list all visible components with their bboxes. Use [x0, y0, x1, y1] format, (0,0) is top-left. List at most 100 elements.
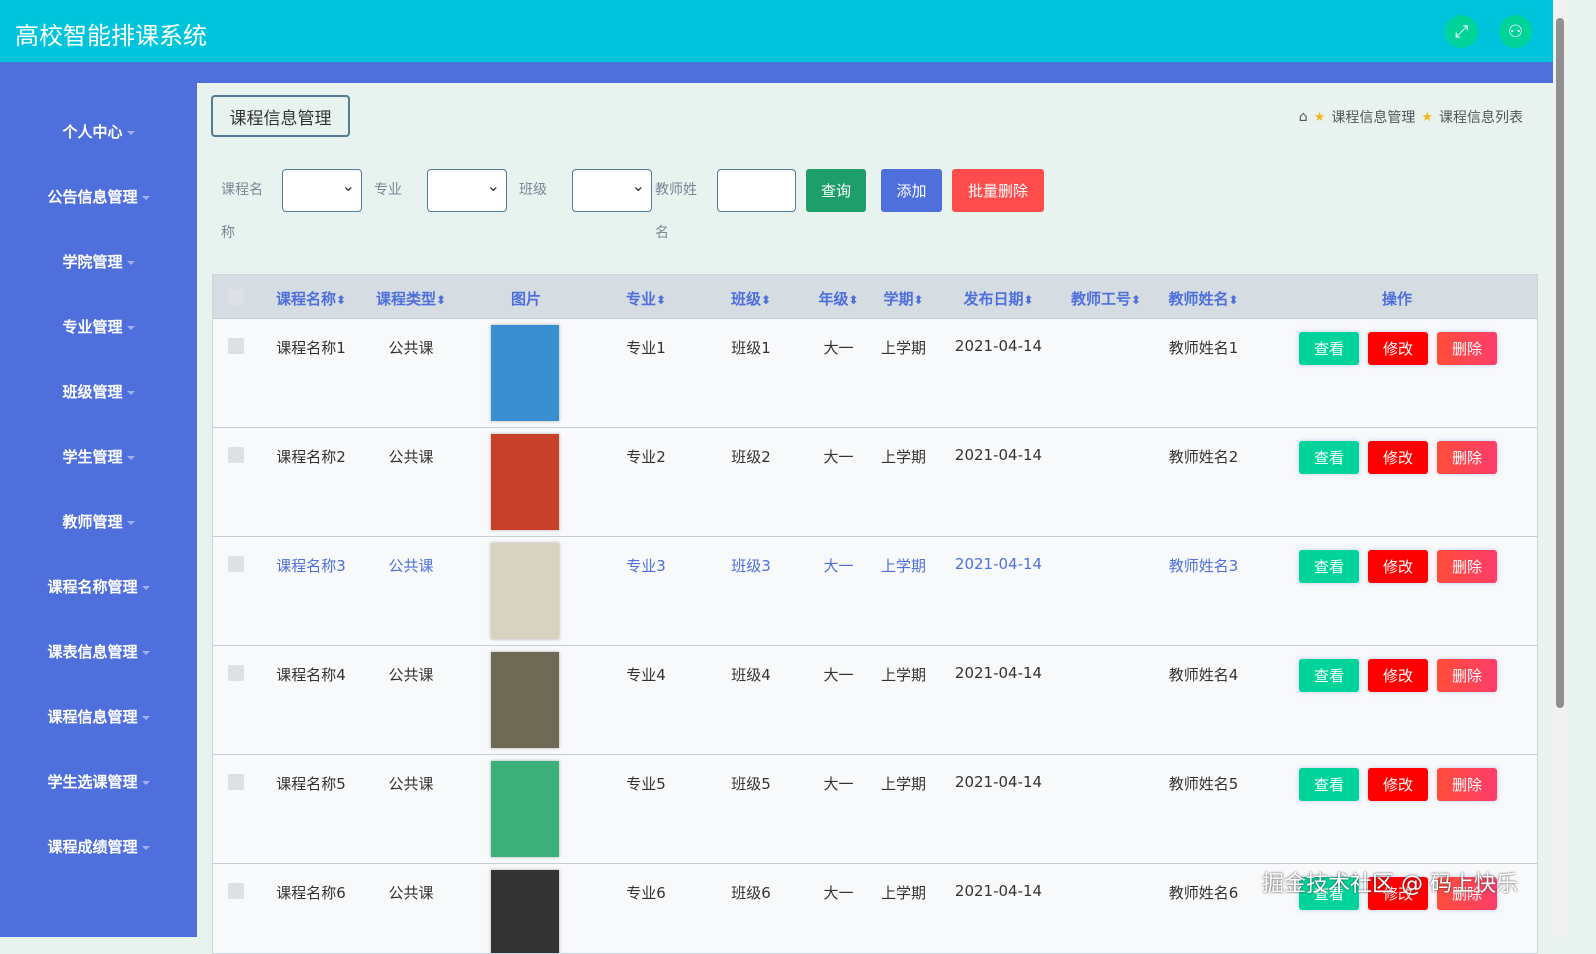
sidebar-item[interactable]: 学生选课管理 [0, 771, 197, 792]
sort-icon[interactable]: ⬍ [1023, 293, 1033, 307]
column-header-label: 图片 [510, 290, 541, 308]
sort-icon[interactable]: ⬍ [436, 293, 446, 307]
sidebar-item-label: 教师管理 [62, 513, 123, 531]
column-header[interactable]: 教师工号⬍ [1061, 288, 1151, 309]
sort-icon[interactable]: ⬍ [761, 293, 771, 307]
cell-major: 专业2 [626, 448, 666, 466]
sidebar-item[interactable]: 学院管理 [0, 251, 197, 272]
cell-type: 公共课 [388, 339, 434, 357]
table-row[interactable]: 课程名称1 公共课 专业1 班级1 大一 上学期 2021-04-14 教师姓名1 查看 修改 删除 [213, 319, 1537, 428]
delete-button[interactable]: 删除 [1437, 441, 1497, 474]
view-button[interactable]: 查看 [1299, 332, 1359, 365]
sidebar-item[interactable]: 课程成绩管理 [0, 836, 197, 857]
sidebar-item[interactable]: 公告信息管理 [0, 186, 197, 207]
course-cover-image [491, 325, 559, 421]
sort-icon[interactable]: ⬍ [1228, 293, 1238, 307]
sort-icon[interactable]: ⬍ [336, 293, 346, 307]
cell-class: 班级6 [731, 884, 771, 902]
delete-button[interactable]: 删除 [1437, 768, 1497, 801]
cell-date: 2021-04-14 [954, 773, 1043, 791]
sidebar-item[interactable]: 班级管理 [0, 381, 197, 402]
home-icon[interactable]: ⌂ [1299, 109, 1308, 125]
column-header[interactable]: 年级⬍ [806, 288, 871, 309]
caret-down-icon [126, 260, 135, 265]
sort-icon[interactable]: ⬍ [656, 293, 666, 307]
row-checkbox[interactable] [228, 556, 244, 572]
view-button[interactable]: 查看 [1299, 441, 1359, 474]
cell-name: 课程名称3 [276, 557, 346, 575]
table-header: 课程名称⬍ 课程类型⬍ 图片 专业⬍ 班级⬍ 年级⬍ 学期⬍ 发布日期⬍ 教师工号⬍ 教师姓名⬍ 操… [213, 275, 1537, 319]
column-header[interactable]: 课程名称⬍ [256, 288, 366, 309]
edit-button[interactable]: 修改 [1368, 659, 1428, 692]
column-header[interactable]: 学期⬍ [871, 288, 936, 309]
header-band [0, 62, 1553, 83]
row-checkbox[interactable] [228, 665, 244, 681]
user-icon[interactable]: ⚇ [1499, 15, 1532, 48]
course-name-label: 课程名称 [221, 182, 263, 241]
sort-icon[interactable]: ⬍ [1131, 293, 1141, 307]
major-label: 专业 [374, 182, 402, 198]
edit-button[interactable]: 修改 [1368, 332, 1428, 365]
row-checkbox[interactable] [228, 447, 244, 463]
column-header[interactable]: 专业⬍ [596, 288, 696, 309]
row-checkbox[interactable] [228, 883, 244, 899]
column-header[interactable]: 发布日期⬍ [936, 288, 1061, 309]
cell-teacher: 教师姓名5 [1168, 775, 1239, 793]
sort-icon[interactable]: ⬍ [913, 293, 923, 307]
major-select[interactable] [427, 169, 507, 212]
column-header[interactable]: 课程类型⬍ [366, 288, 456, 309]
table-row[interactable]: 课程名称2 公共课 专业2 班级2 大一 上学期 2021-04-14 教师姓名2 查看 修改 删除 [213, 428, 1537, 537]
column-header[interactable]: 教师姓名⬍ [1151, 288, 1256, 309]
caret-down-icon [141, 780, 150, 785]
delete-button[interactable]: 删除 [1437, 332, 1497, 365]
cell-class: 班级3 [731, 557, 771, 575]
sidebar-item[interactable]: 学生管理 [0, 446, 197, 467]
edit-button[interactable]: 修改 [1368, 550, 1428, 583]
teacher-name-input[interactable] [717, 169, 796, 212]
scrollbar[interactable] [1553, 0, 1567, 937]
sidebar-item-label: 公告信息管理 [47, 188, 138, 206]
cell-term: 上学期 [880, 557, 926, 575]
cell-type: 公共课 [388, 666, 434, 684]
main-content: 课程信息管理 ⌂ ★ 课程信息管理 ★ 课程信息列表 课程名称 专业 班级 教师… [197, 83, 1553, 954]
batch-delete-button[interactable]: 批量删除 [952, 169, 1044, 212]
edit-button[interactable]: 修改 [1368, 768, 1428, 801]
select-all-checkbox[interactable] [228, 289, 244, 305]
sidebar-item[interactable]: 专业管理 [0, 316, 197, 337]
table-row[interactable]: 课程名称4 公共课 专业4 班级4 大一 上学期 2021-04-14 教师姓名4 查看 修改 删除 [213, 646, 1537, 755]
table-row[interactable]: 课程名称3 公共课 专业3 班级3 大一 上学期 2021-04-14 教师姓名3 查看 修改 删除 [213, 537, 1537, 646]
cell-teacher: 教师姓名1 [1168, 339, 1239, 357]
column-header-label: 专业 [625, 290, 656, 308]
delete-button[interactable]: 删除 [1437, 659, 1497, 692]
sidebar-item-label: 学院管理 [62, 253, 123, 271]
row-checkbox[interactable] [228, 338, 244, 354]
edit-button[interactable]: 修改 [1368, 441, 1428, 474]
view-button[interactable]: 查看 [1299, 659, 1359, 692]
cell-grade: 大一 [823, 884, 854, 902]
sidebar-item[interactable]: 课程信息管理 [0, 706, 197, 727]
scrollbar-thumb[interactable] [1556, 18, 1564, 708]
view-button[interactable]: 查看 [1299, 550, 1359, 583]
cell-major: 专业5 [626, 775, 666, 793]
query-button[interactable]: 查询 [806, 169, 866, 212]
cell-grade: 大一 [823, 666, 854, 684]
table-row[interactable]: 课程名称5 公共课 专业5 班级5 大一 上学期 2021-04-14 教师姓名5 查看 修改 删除 [213, 755, 1537, 864]
row-checkbox[interactable] [228, 774, 244, 790]
sidebar-item[interactable]: 教师管理 [0, 511, 197, 532]
cell-class: 班级5 [731, 775, 771, 793]
add-button[interactable]: 添加 [881, 169, 942, 212]
sort-icon[interactable]: ⬍ [848, 293, 858, 307]
delete-button[interactable]: 删除 [1437, 550, 1497, 583]
breadcrumb-item[interactable]: 课程信息管理 [1331, 107, 1415, 127]
class-select[interactable] [572, 169, 652, 212]
fullscreen-icon[interactable]: ⤢ [1445, 15, 1478, 48]
view-button[interactable]: 查看 [1299, 768, 1359, 801]
sidebar-item[interactable]: 个人中心 [0, 121, 197, 142]
cell-type: 公共课 [388, 557, 434, 575]
column-header[interactable]: 班级⬍ [696, 288, 806, 309]
sidebar-item[interactable]: 课表信息管理 [0, 641, 197, 662]
course-name-select[interactable] [282, 169, 362, 212]
cell-major: 专业1 [626, 339, 666, 357]
sidebar-item-label: 个人中心 [62, 123, 123, 141]
sidebar-item[interactable]: 课程名称管理 [0, 576, 197, 597]
